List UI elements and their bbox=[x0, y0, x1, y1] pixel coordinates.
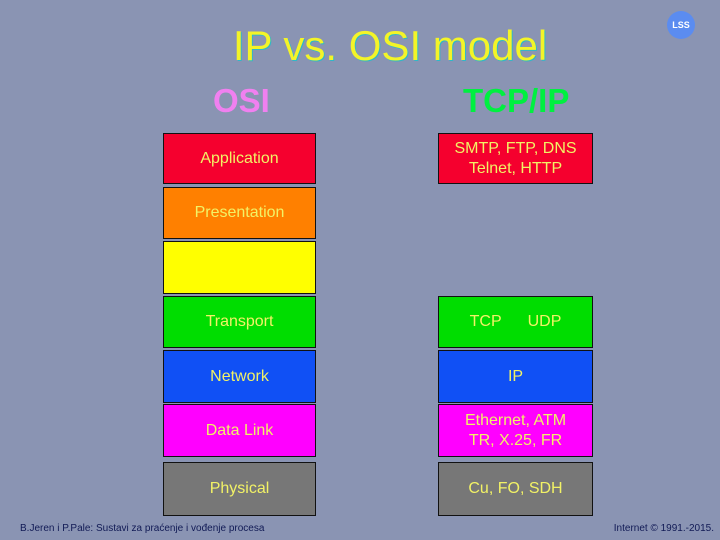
slide-title: IP vs. OSI model bbox=[232, 22, 548, 69]
udp-label: UDP bbox=[527, 313, 562, 330]
osi-network-layer: Network bbox=[163, 350, 316, 403]
osi-transport-layer: Transport bbox=[163, 296, 316, 348]
lss-logo: LSS bbox=[667, 11, 695, 39]
tcpip-application-layer: SMTP, FTP, DNS Telnet, HTTP bbox=[438, 133, 593, 184]
application-protocols-line2: Telnet, HTTP bbox=[468, 159, 563, 177]
osi-physical-layer: Physical bbox=[163, 462, 316, 516]
tcpip-transport-layer: TCP UDP bbox=[438, 296, 593, 348]
footer-copyright: Internet © 1991.-2015. bbox=[613, 523, 714, 534]
tcp-label: TCP bbox=[469, 313, 502, 330]
footer-author: B.Jeren i P.Pale: Sustavi za praćenje i … bbox=[20, 523, 265, 534]
datalink-protocols-line2: TR, X.25, FR bbox=[468, 431, 563, 449]
osi-application-layer: Application bbox=[163, 133, 316, 184]
tcpip-internet-layer: IP bbox=[438, 350, 593, 403]
osi-presentation-layer: Presentation bbox=[163, 187, 316, 239]
osi-heading: OSI bbox=[213, 82, 270, 119]
osi-session-layer bbox=[163, 241, 316, 294]
application-protocols-line1: SMTP, FTP, DNS bbox=[454, 139, 577, 157]
tcpip-physical-layer: Cu, FO, SDH bbox=[438, 462, 593, 516]
osi-datalink-layer: Data Link bbox=[163, 404, 316, 457]
tcpip-datalink-layer: Ethernet, ATM TR, X.25, FR bbox=[438, 404, 593, 457]
datalink-protocols-line1: Ethernet, ATM bbox=[464, 411, 567, 429]
tcpip-heading: TCP/IP bbox=[463, 82, 570, 119]
